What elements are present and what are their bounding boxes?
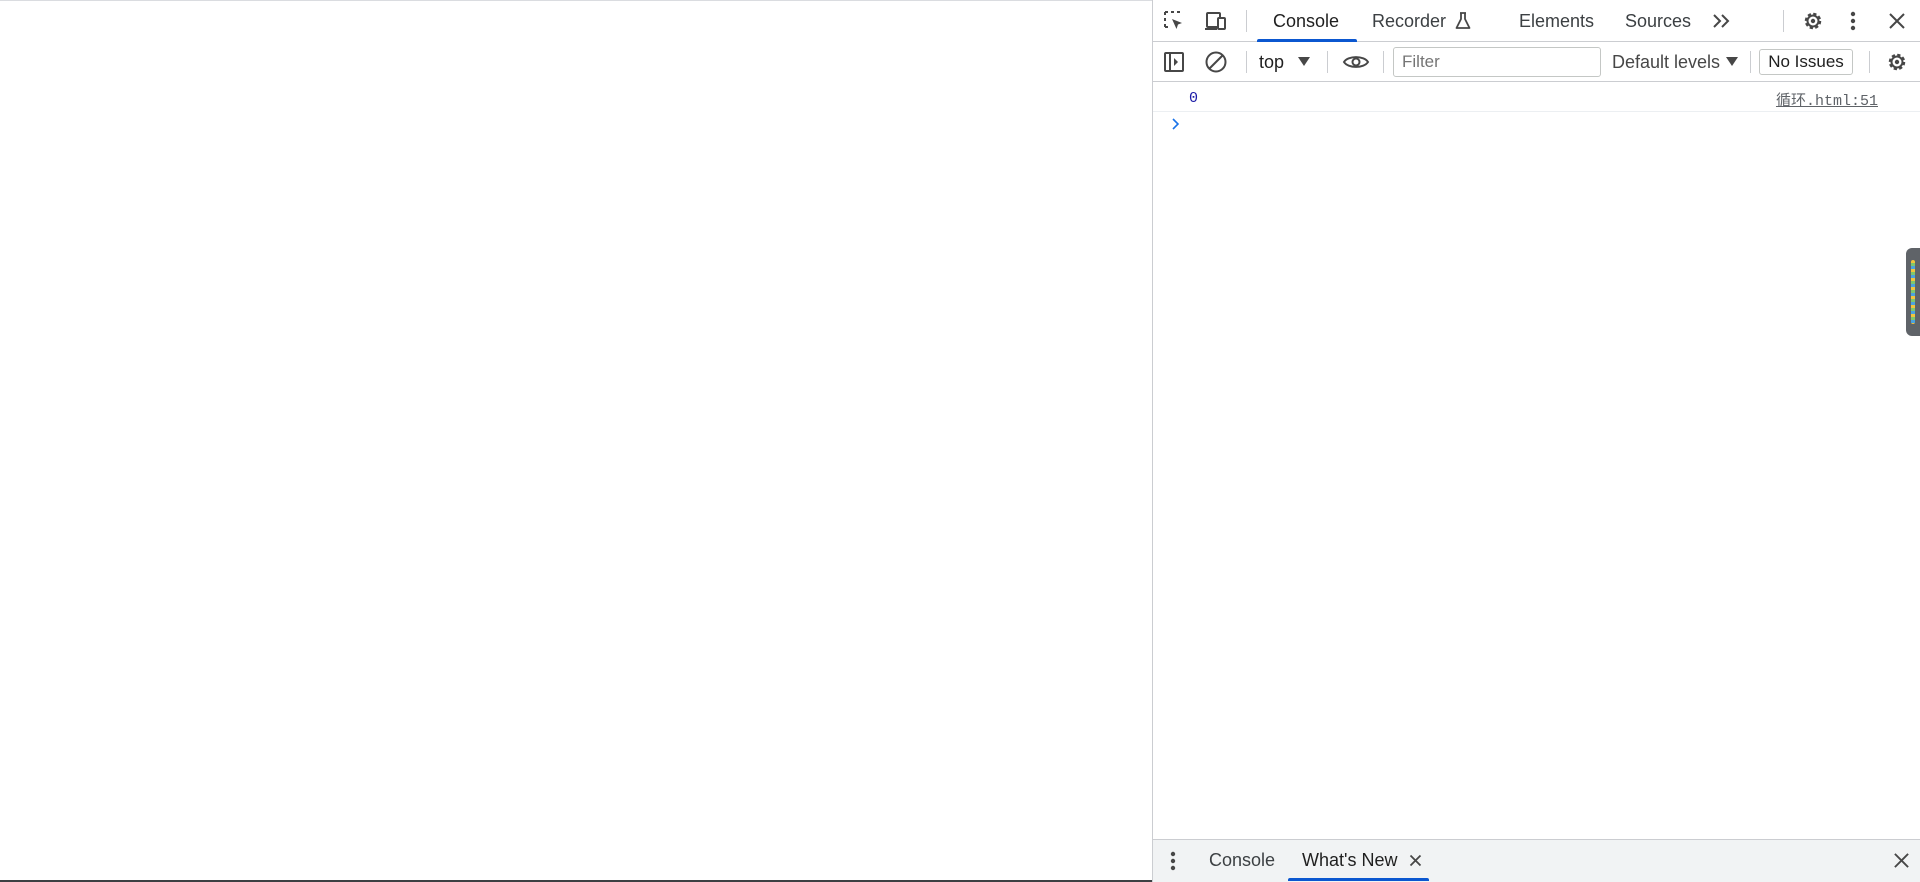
toolbar-separator	[1869, 51, 1870, 73]
toolbar-separator	[1246, 10, 1247, 32]
toolbar-separator	[1327, 51, 1328, 73]
console-message-row: 0 循环.html:51	[1153, 83, 1920, 112]
tab-sources[interactable]: Sources	[1625, 0, 1691, 42]
tab-elements[interactable]: Elements	[1519, 0, 1594, 42]
settings-icon[interactable]	[1800, 8, 1826, 34]
toolbar-separator	[1383, 51, 1384, 73]
devtools-panel: Console Recorder Elements Sources top Fi…	[1152, 0, 1920, 882]
chevrons-right-icon[interactable]	[1709, 9, 1735, 33]
issues-label: No Issues	[1768, 52, 1844, 71]
tab-elements-label: Elements	[1519, 10, 1595, 31]
console-toolbar: top Default levels No Issues	[1153, 42, 1920, 82]
drawer-tab-console-label: Console	[1209, 849, 1276, 870]
issues-button[interactable]: No Issues	[1759, 49, 1853, 75]
clear-console-icon[interactable]	[1203, 49, 1229, 75]
context-selector[interactable]: top	[1259, 42, 1311, 82]
drawer-tab-console[interactable]: Console	[1209, 840, 1275, 880]
toolbar-separator	[1783, 10, 1784, 32]
tab-console[interactable]: Console	[1273, 0, 1339, 42]
console-message-value: 0	[1189, 90, 1199, 107]
flask-icon	[1454, 12, 1472, 30]
drawer-more-icon[interactable]	[1165, 848, 1181, 874]
console-prompt-chevron-icon[interactable]	[1171, 117, 1181, 136]
tab-recorder-label: Recorder	[1372, 10, 1447, 31]
toolbar-separator	[1750, 51, 1751, 73]
dropdown-arrow-icon	[1298, 57, 1311, 67]
toolbar-separator	[1246, 51, 1247, 73]
tab-console-label: Console	[1273, 10, 1340, 31]
devtools-main-toolbar: Console Recorder Elements Sources	[1153, 0, 1920, 42]
close-drawer-icon[interactable]	[1889, 848, 1913, 872]
log-levels-dropdown[interactable]: Default levels	[1612, 42, 1739, 82]
more-menu-icon[interactable]	[1843, 8, 1863, 34]
web-page-viewport	[0, 0, 1152, 882]
drawer-tab-whats-new-label: What's New	[1302, 849, 1398, 870]
sidebar-toggle-icon[interactable]	[1161, 49, 1187, 75]
inspect-element-icon[interactable]	[1161, 8, 1187, 34]
console-settings-icon[interactable]	[1884, 49, 1910, 75]
close-tab-icon[interactable]	[1407, 852, 1423, 868]
devtools-drawer: Console What's New	[1153, 839, 1920, 882]
drawer-tab-whats-new[interactable]: What's New	[1302, 840, 1423, 880]
close-icon[interactable]	[1885, 9, 1909, 33]
handle-grip	[1911, 260, 1915, 324]
side-panel-handle[interactable]	[1906, 248, 1920, 336]
console-message-source-link[interactable]: 循环.html:51	[1776, 89, 1878, 110]
log-levels-label: Default levels	[1612, 51, 1721, 72]
tab-sources-label: Sources	[1625, 10, 1692, 31]
dropdown-arrow-icon	[1726, 57, 1739, 67]
active-drawer-tab-indicator	[1288, 878, 1429, 881]
live-expression-eye-icon[interactable]	[1341, 49, 1371, 75]
filter-input[interactable]	[1393, 47, 1601, 77]
context-label: top	[1259, 51, 1285, 72]
device-toggle-icon[interactable]	[1203, 8, 1229, 34]
tab-recorder[interactable]: Recorder	[1372, 0, 1472, 42]
